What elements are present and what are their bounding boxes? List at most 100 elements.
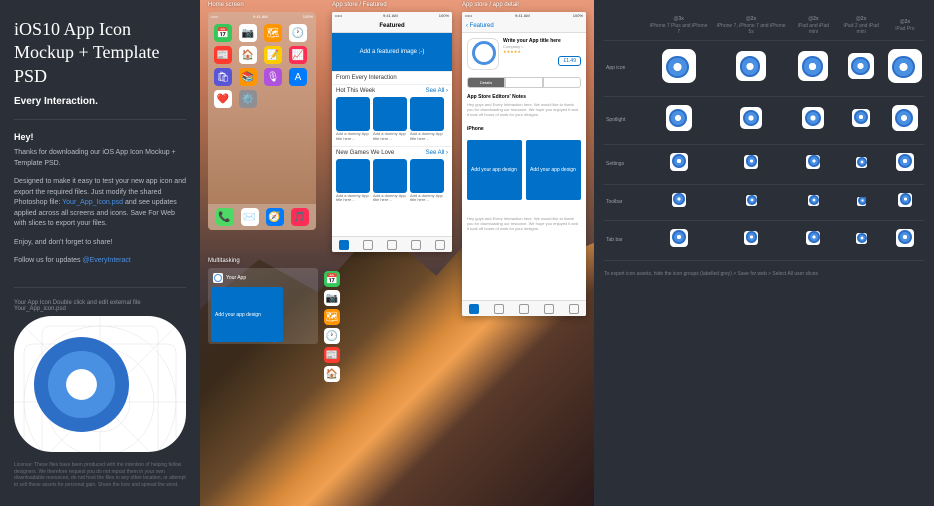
app-card[interactable]: Add a dummy App title here… [336, 97, 370, 142]
home-app-icon[interactable]: 🏠 [239, 46, 257, 64]
stack-app-icon: 📅 [324, 271, 340, 287]
iphone-heading: iPhone [467, 126, 581, 132]
icon-cell [711, 220, 790, 260]
column-header: @2xiPad and iPad mini [791, 12, 837, 40]
tab-top-icon[interactable] [387, 240, 397, 250]
segmented-control[interactable]: Details Reviews Related [467, 77, 581, 88]
column-header: @2xiPad 2 and iPad mini [836, 12, 886, 40]
app-header: Write your App title here Company • ★★★★… [462, 33, 586, 75]
icon-cell [711, 184, 790, 220]
section-label-featured: App store / Featured [332, 2, 387, 8]
enjoy-paragraph: Enjoy, and don't forget to share! [14, 238, 186, 249]
intro-paragraph: Thanks for downloading our iOS App Icon … [14, 148, 186, 169]
home-app-icon[interactable]: ⚙️ [239, 90, 257, 108]
home-app-icon[interactable]: 🛍 [214, 68, 232, 86]
home-app-icon[interactable]: 🎙 [264, 68, 282, 86]
size-icon[interactable] [744, 155, 758, 169]
size-icon[interactable] [898, 193, 912, 207]
size-icon[interactable] [740, 107, 762, 129]
home-app-icon[interactable]: 🕐 [289, 24, 307, 42]
size-icon[interactable] [852, 109, 870, 127]
tab-search-icon[interactable] [544, 304, 554, 314]
size-icon[interactable] [808, 195, 819, 206]
home-app-icon[interactable]: 📈 [289, 46, 307, 64]
app-card[interactable]: Add a dummy App title here… [373, 97, 407, 142]
icon-cell [886, 96, 924, 144]
mockup-canvas: Home screen App store / Featured App sto… [200, 0, 594, 506]
seg-related[interactable]: Related [543, 77, 581, 88]
size-icon[interactable] [666, 105, 692, 131]
size-icon[interactable] [806, 231, 820, 245]
icon-cell [646, 144, 711, 184]
home-app-icon[interactable]: 📷 [239, 24, 257, 42]
stack-app-icon: 🕐 [324, 328, 340, 344]
home-app-icon[interactable]: 📚 [239, 68, 257, 86]
size-icon[interactable] [892, 105, 918, 131]
size-icon[interactable] [670, 153, 688, 171]
row-label: Settings [604, 144, 646, 184]
icon-cell [886, 144, 924, 184]
nav-bar: Featured [332, 19, 452, 33]
size-icon[interactable] [736, 51, 766, 81]
screenshot-placeholder[interactable]: Add your app design [467, 140, 522, 200]
icon-cell [791, 96, 837, 144]
size-icon[interactable] [798, 51, 828, 81]
size-icon[interactable] [802, 107, 824, 129]
seg-details[interactable]: Details [467, 77, 505, 88]
tab-categories-icon[interactable] [494, 304, 504, 314]
tab-featured-icon[interactable] [339, 240, 349, 250]
page-title: iOS10 App Icon Mockup + Template PSD [14, 18, 186, 88]
multitask-card[interactable]: Add your app design [211, 287, 283, 342]
app-card[interactable]: Add a dummy App title here… [373, 159, 407, 204]
home-app-icon[interactable]: 🗺 [264, 24, 282, 42]
psd-file-link[interactable]: Your_App_Icon.psd [62, 199, 123, 206]
icon-cell [646, 40, 711, 96]
app-name: Your App [226, 275, 246, 281]
home-app-icon[interactable]: 📝 [264, 46, 282, 64]
home-app-icon[interactable]: 📅 [214, 24, 232, 42]
app-card[interactable]: Add a dummy App title here… [336, 159, 370, 204]
multitask-stack: 📅📷🗺🕐📰🏠 [324, 268, 360, 385]
seg-reviews[interactable]: Reviews [505, 77, 543, 88]
size-icon[interactable] [856, 233, 867, 244]
tab-categories-icon[interactable] [363, 240, 373, 250]
home-app-icon[interactable]: ❤️ [214, 90, 232, 108]
featured-mockup: •••••9:41 AM100% Featured Add a featured… [332, 12, 452, 252]
icon-cell [836, 184, 886, 220]
size-icon[interactable] [672, 193, 686, 207]
size-icon[interactable] [896, 229, 914, 247]
size-icon[interactable] [856, 157, 867, 168]
tab-search-icon[interactable] [411, 240, 421, 250]
size-icon[interactable] [896, 153, 914, 171]
back-button[interactable]: ‹ Featured [466, 23, 494, 29]
stack-app-icon: 📰 [324, 347, 340, 363]
app-icon-template[interactable] [14, 316, 186, 452]
tab-featured-icon[interactable] [469, 304, 479, 314]
size-icon[interactable] [746, 195, 757, 206]
screenshot-placeholder[interactable]: Add your app design [526, 140, 581, 200]
see-all-link[interactable]: See All › [426, 150, 448, 156]
tab-top-icon[interactable] [519, 304, 529, 314]
twitter-link[interactable]: @EveryInteract [82, 257, 130, 264]
dock-app-icon[interactable]: 🧭 [266, 208, 284, 226]
tab-updates-icon[interactable] [569, 304, 579, 314]
size-icon[interactable] [848, 53, 874, 79]
price-button[interactable]: £1.49 [558, 56, 581, 66]
featured-hero[interactable]: Add a featured image ;-) [332, 33, 452, 71]
dock-app-icon[interactable]: 🎵 [291, 208, 309, 226]
size-icon[interactable] [888, 49, 922, 83]
home-app-icon[interactable]: A [289, 68, 307, 86]
size-icon[interactable] [806, 155, 820, 169]
size-icon[interactable] [670, 229, 688, 247]
size-icon[interactable] [744, 231, 758, 245]
app-card[interactable]: Add a dummy App title here… [410, 97, 444, 142]
size-icon[interactable] [662, 49, 696, 83]
app-card[interactable]: Add a dummy App title here… [410, 159, 444, 204]
tab-updates-icon[interactable] [435, 240, 445, 250]
see-all-link[interactable]: See All › [426, 88, 448, 94]
dock-app-icon[interactable]: ✉️ [241, 208, 259, 226]
size-icon[interactable] [857, 197, 866, 206]
dock-app-icon[interactable]: 📞 [216, 208, 234, 226]
home-app-icon[interactable]: 📰 [214, 46, 232, 64]
multitask-header: Your App [211, 271, 315, 285]
